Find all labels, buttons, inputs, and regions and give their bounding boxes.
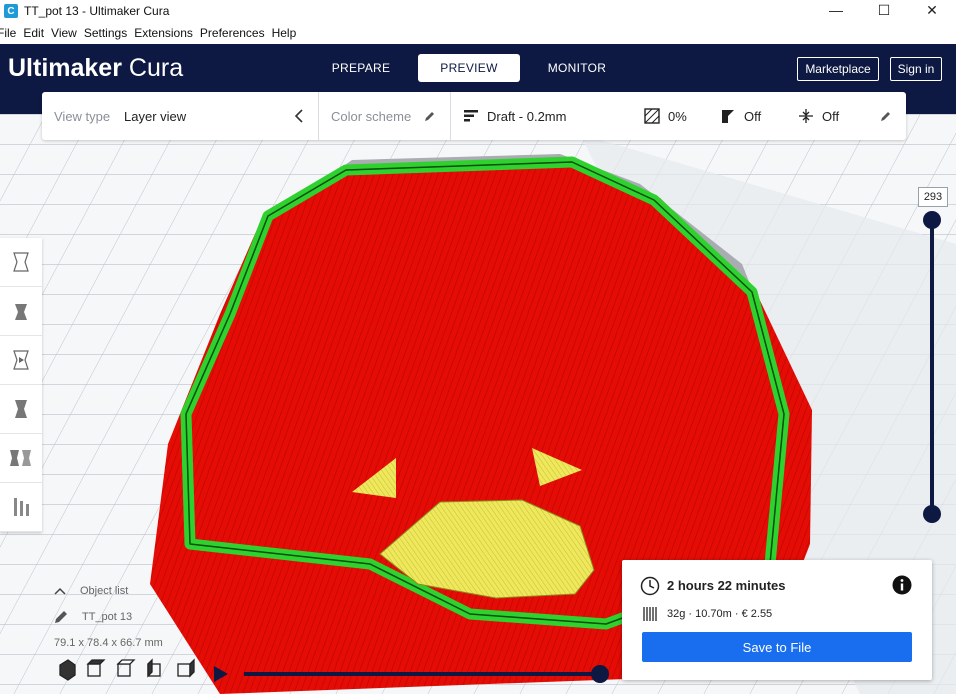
window-title: TT_pot 13 - Ultimaker Cura <box>24 4 170 18</box>
menu-file[interactable]: File <box>0 26 16 40</box>
sign-in-button[interactable]: Sign in <box>890 57 942 81</box>
clock-icon <box>640 576 660 596</box>
mirror-tool-icon[interactable] <box>0 385 42 434</box>
toolbar-divider <box>450 92 451 140</box>
save-to-file-button[interactable]: Save to File <box>642 632 912 662</box>
menu-view[interactable]: View <box>51 26 77 40</box>
view-type-label: View type <box>54 108 111 124</box>
per-model-settings-icon[interactable] <box>0 434 42 483</box>
print-profile-selector[interactable]: Draft - 0.2mm <box>487 92 566 140</box>
pencil-icon[interactable] <box>424 92 436 140</box>
pencil-icon[interactable] <box>54 610 68 624</box>
adhesion-icon <box>798 92 814 140</box>
title-bar: C TT_pot 13 - Ultimaker Cura — ☐ ✕ <box>0 0 956 22</box>
marketplace-button[interactable]: Marketplace <box>797 57 879 81</box>
menu-preferences[interactable]: Preferences <box>200 26 265 40</box>
support-blocker-icon[interactable] <box>0 483 42 532</box>
infill-value[interactable]: 0% <box>668 92 687 140</box>
logo-sub: Cura <box>128 54 184 82</box>
color-scheme-label: Color scheme <box>331 108 412 124</box>
window-controls: — ☐ ✕ <box>812 0 956 22</box>
profile-icon <box>464 92 480 140</box>
support-value[interactable]: Off <box>744 92 761 140</box>
menu-edit[interactable]: Edit <box>23 26 44 40</box>
menu-settings[interactable]: Settings <box>84 26 127 40</box>
scale-tool-icon[interactable] <box>0 287 42 336</box>
layer-slider-top-handle[interactable] <box>923 211 941 229</box>
left-tool-panel <box>0 238 42 532</box>
ultimaker-cura-logo: Ultimaker Cura <box>8 54 183 83</box>
rotate-tool-icon[interactable] <box>0 336 42 385</box>
material-estimate: 32g · 10.70m · € 2.55 <box>667 608 773 620</box>
print-info-panel: 2 hours 22 minutes 32g · 10.70m · € 2.55… <box>622 560 932 680</box>
cura-app-icon: C <box>4 4 18 18</box>
logo-main: Ultimaker <box>8 54 122 82</box>
infill-icon <box>644 92 660 140</box>
object-name: TT_pot 13 <box>82 611 133 623</box>
move-tool-icon[interactable] <box>0 238 42 287</box>
current-layer-badge[interactable]: 293 <box>918 187 948 207</box>
close-button[interactable]: ✕ <box>908 0 956 22</box>
layer-slider-bottom-handle[interactable] <box>923 505 941 523</box>
adhesion-value[interactable]: Off <box>822 92 839 140</box>
view-toolbar: View type Layer view Color scheme Draft … <box>42 92 906 140</box>
edit-settings-pencil-icon[interactable] <box>880 92 892 140</box>
info-icon[interactable] <box>892 575 912 595</box>
playback-slider-handle[interactable] <box>591 665 609 683</box>
view-3d-icon[interactable] <box>59 659 76 681</box>
object-name-row: TT_pot 13 <box>54 604 163 630</box>
object-list-label: Object list <box>80 585 129 597</box>
menu-extensions[interactable]: Extensions <box>134 26 193 40</box>
maximize-button[interactable]: ☐ <box>860 0 908 22</box>
object-list-toggle[interactable]: Object list <box>54 578 163 604</box>
minimize-button[interactable]: — <box>812 0 860 22</box>
toolbar-divider <box>318 92 319 140</box>
print-time: 2 hours 22 minutes <box>667 578 786 593</box>
tab-monitor[interactable]: MONITOR <box>526 54 628 82</box>
support-icon <box>720 92 736 140</box>
object-info: Object list TT_pot 13 79.1 x 78.4 x 66.7… <box>54 578 163 656</box>
object-dimensions: 79.1 x 78.4 x 66.7 mm <box>54 637 163 649</box>
menu-help[interactable]: Help <box>272 26 297 40</box>
view-type-dropdown[interactable]: Layer view <box>124 92 186 140</box>
tab-preview[interactable]: PREVIEW <box>418 54 520 82</box>
filament-spool-icon <box>643 607 657 621</box>
chevron-up-icon <box>54 587 66 595</box>
menu-bar: File Edit View Settings Extensions Prefe… <box>0 22 956 44</box>
stage-tabs: PREPARE PREVIEW MONITOR <box>310 54 634 82</box>
tab-prepare[interactable]: PREPARE <box>310 54 412 82</box>
chevron-left-icon[interactable] <box>294 92 304 140</box>
